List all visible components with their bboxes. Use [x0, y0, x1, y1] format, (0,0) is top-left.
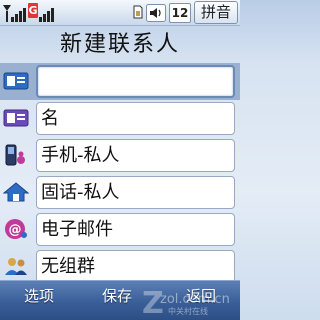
group-row[interactable]: 无组群 [0, 248, 240, 284]
first-name-field[interactable]: 名 [36, 102, 235, 135]
name-row[interactable] [0, 63, 240, 100]
landline-row[interactable]: 固话-私人 [0, 174, 240, 210]
page-title: 新建联系人 [59, 32, 180, 57]
contact-form: 名 手机-私人 固话-私人 @ 电子邮件 无组群 [0, 63, 240, 285]
mobile-field[interactable]: 手机-私人 [36, 139, 235, 172]
contact-card-icon [3, 72, 29, 90]
sim-card-icon [133, 5, 143, 19]
back-softkey[interactable]: 返回 [186, 281, 216, 320]
mobile-phone-icon [5, 144, 25, 166]
mobile-row[interactable]: 手机-私人 [0, 137, 240, 173]
secondary-signal-icon [39, 8, 54, 22]
save-softkey[interactable]: 保存 [102, 281, 132, 320]
svg-text:@: @ [9, 223, 22, 238]
group-icon [5, 258, 27, 275]
volume-level: 12 [169, 3, 191, 23]
name-input[interactable] [36, 65, 235, 98]
signal-strength-icon [3, 5, 26, 22]
volume-icon [146, 4, 166, 22]
email-field[interactable]: 电子邮件 [36, 213, 235, 246]
home-icon [3, 182, 29, 202]
status-bar: G 12 拼音 [0, 0, 240, 26]
email-row[interactable]: @ 电子邮件 [0, 211, 240, 247]
options-softkey[interactable]: 选项 [24, 281, 54, 320]
landline-field[interactable]: 固话-私人 [36, 176, 235, 209]
first-name-row[interactable]: 名 [0, 100, 240, 136]
group-field[interactable]: 无组群 [36, 250, 235, 283]
input-mode-button[interactable]: 拼音 [194, 1, 238, 24]
name-card-icon [3, 109, 29, 127]
softkey-bar: 选项 保存 返回 [0, 280, 240, 320]
network-type-badge: G [28, 3, 38, 18]
email-at-icon: @ [5, 219, 27, 239]
